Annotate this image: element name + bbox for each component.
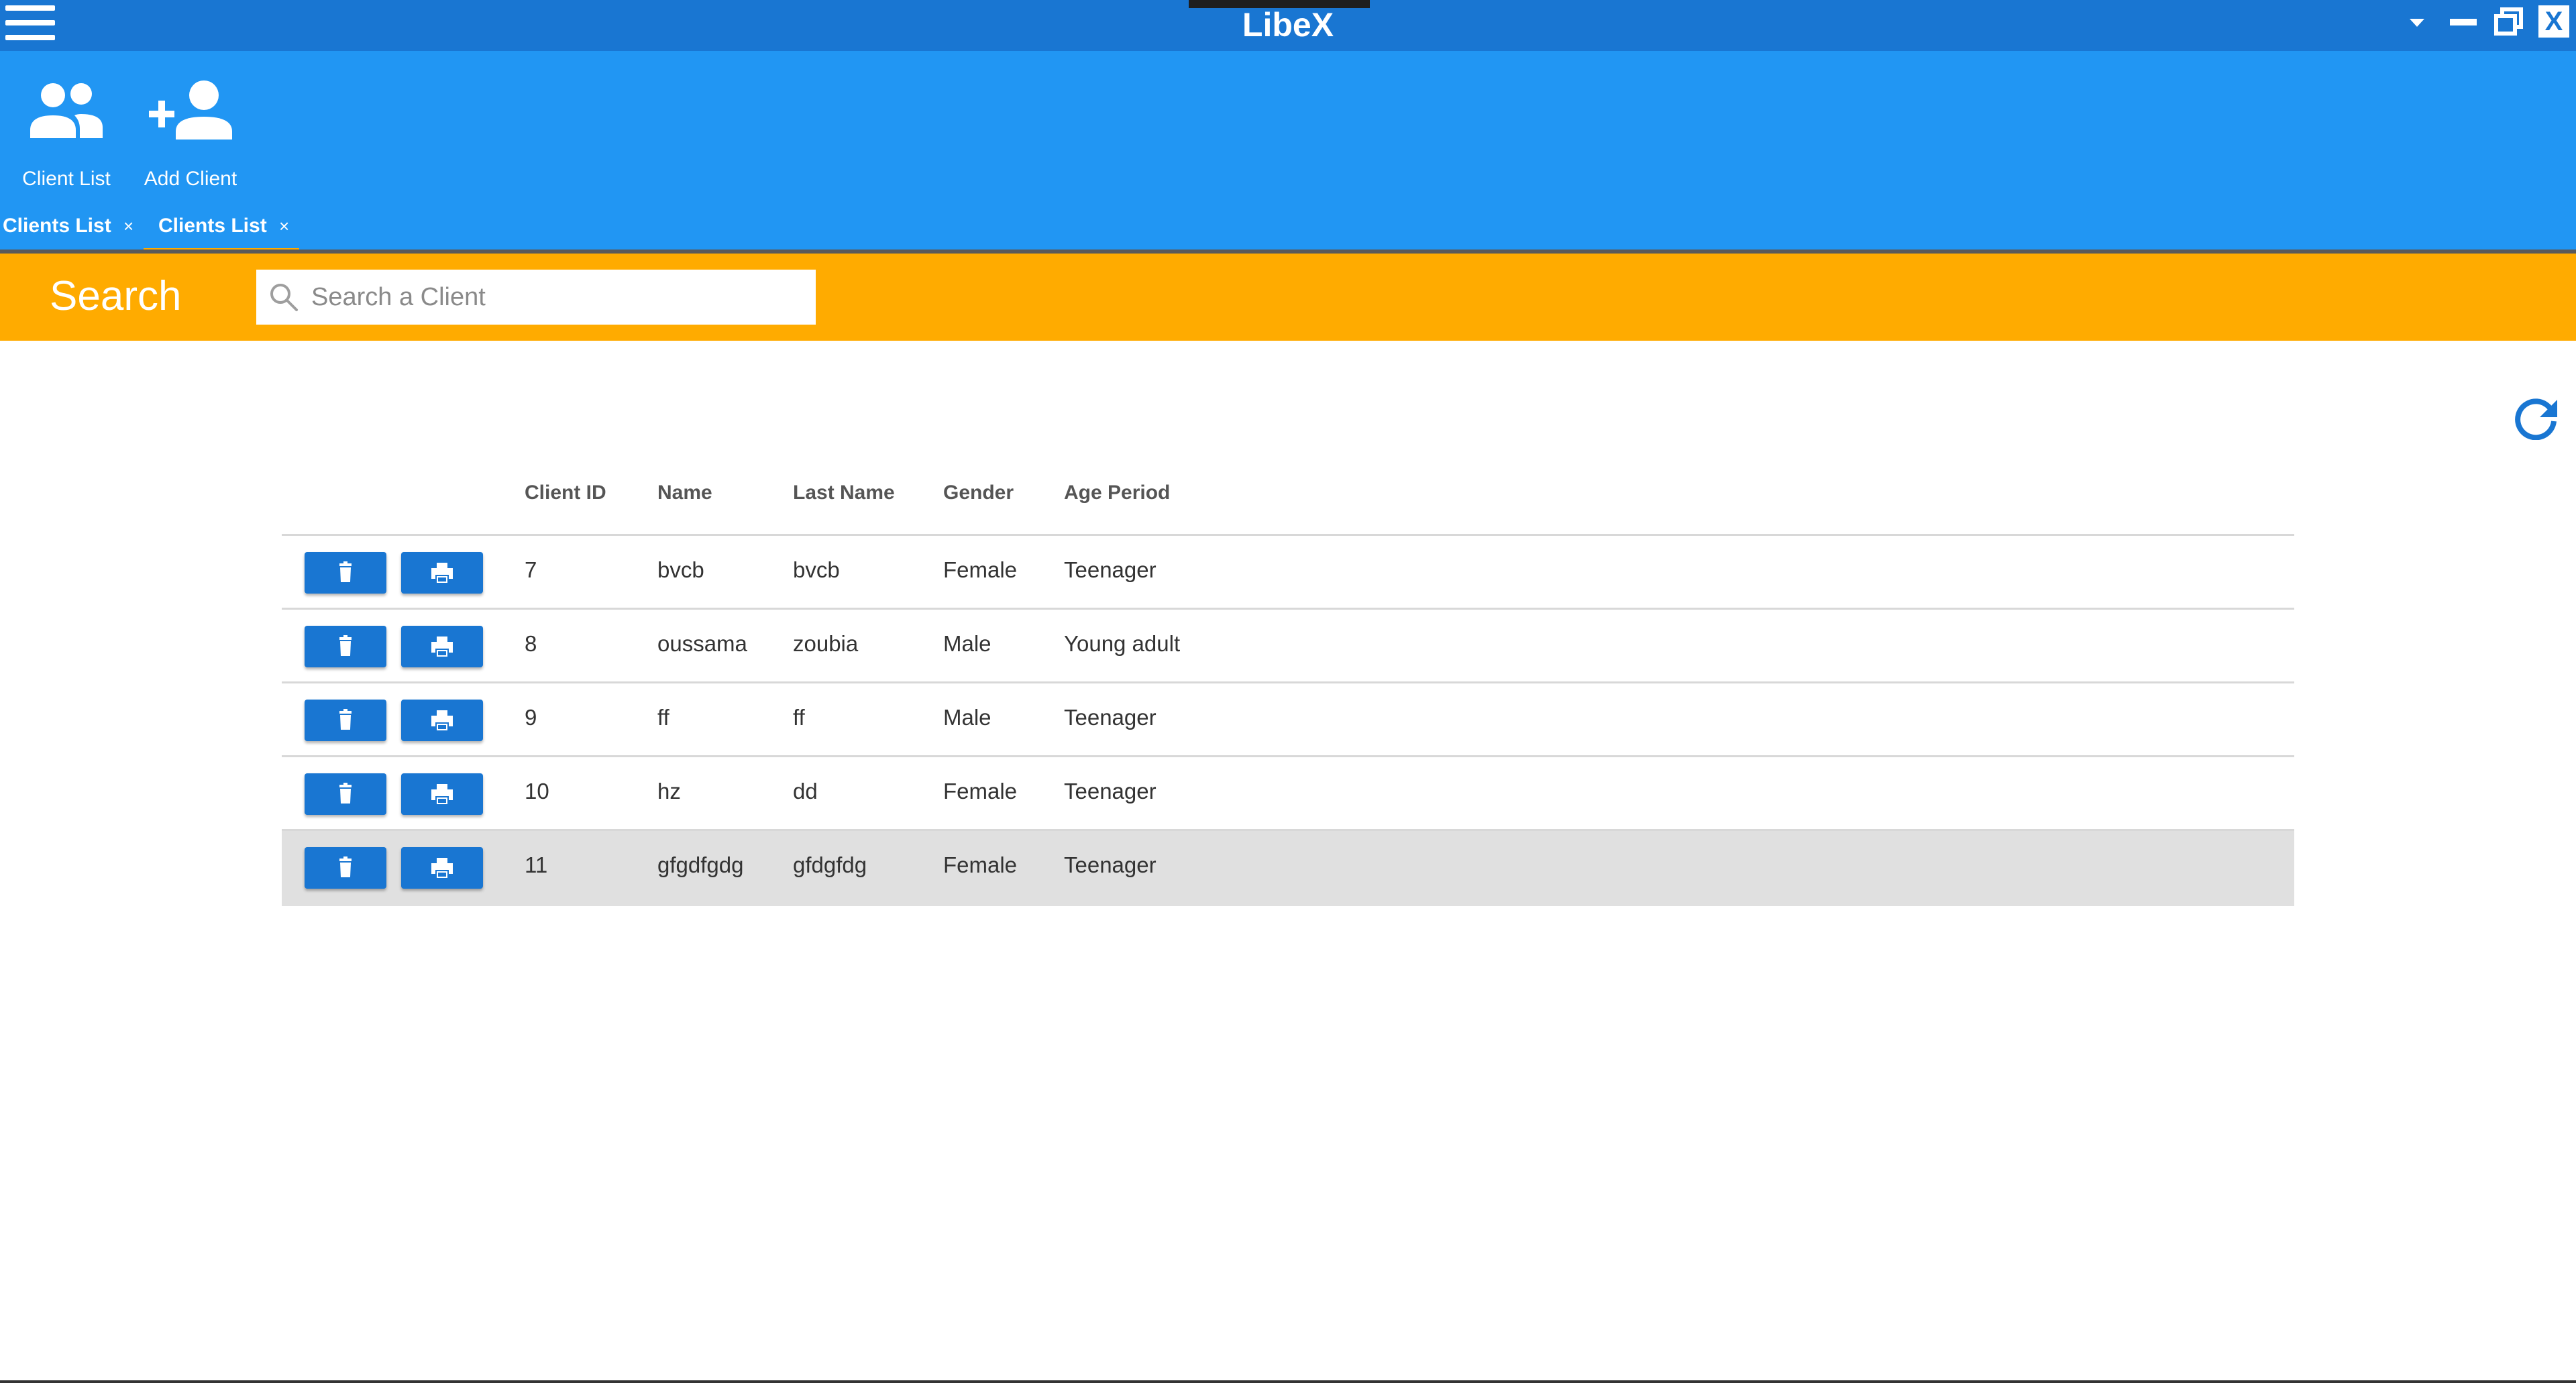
column-header-last-name[interactable]: Last Name xyxy=(793,482,895,504)
tab-close-icon[interactable]: × xyxy=(279,203,289,250)
add-client-label: Add Client xyxy=(144,168,237,190)
print-button[interactable] xyxy=(401,552,483,594)
tab-clients-list-2[interactable]: Clients List xyxy=(158,203,267,250)
minimize-icon[interactable] xyxy=(2449,5,2478,38)
search-bar: Search xyxy=(0,254,2576,341)
cell-name: ff xyxy=(657,705,669,730)
cell-gender: Male xyxy=(943,631,991,656)
print-button[interactable] xyxy=(401,773,483,815)
trash-icon xyxy=(339,856,352,877)
cell-client-id: 8 xyxy=(525,631,537,656)
cell-last-name: gfdgfdg xyxy=(793,852,867,877)
client-list-label: Client List xyxy=(22,168,111,190)
window-bottom-border xyxy=(0,1380,2576,1383)
cell-name: bvcb xyxy=(657,557,704,582)
cell-age-period: Teenager xyxy=(1064,779,1157,804)
search-icon xyxy=(270,284,298,311)
cell-last-name: dd xyxy=(793,779,818,804)
cell-age-period: Teenager xyxy=(1064,705,1157,730)
cell-age-period: Young adult xyxy=(1064,631,1181,656)
cell-name: oussama xyxy=(657,631,747,656)
delete-button[interactable] xyxy=(305,773,386,815)
delete-button[interactable] xyxy=(305,847,386,889)
close-button[interactable]: X xyxy=(2538,5,2569,38)
add-person-icon xyxy=(149,80,232,140)
trash-icon xyxy=(339,635,352,656)
trash-icon xyxy=(339,709,352,730)
cell-client-id: 9 xyxy=(525,705,537,730)
print-button[interactable] xyxy=(401,626,483,667)
app-title: LibeX xyxy=(1242,6,1334,44)
column-header-age-period[interactable]: Age Period xyxy=(1064,482,1170,504)
cell-age-period: Teenager xyxy=(1064,557,1157,582)
cell-client-id: 10 xyxy=(525,779,549,804)
refresh-icon xyxy=(2515,398,2557,441)
trash-icon xyxy=(339,783,352,804)
cell-name: gfgdfgdg xyxy=(657,852,744,877)
printer-icon xyxy=(431,858,453,878)
column-header-name[interactable]: Name xyxy=(657,482,712,504)
cell-gender: Female xyxy=(943,779,1018,804)
column-header-gender[interactable]: Gender xyxy=(943,482,1014,504)
table-row[interactable]: 9 ff ff Male Teenager xyxy=(282,681,2294,756)
delete-button[interactable] xyxy=(305,626,386,667)
hamburger-menu-icon[interactable] xyxy=(5,5,55,42)
cell-gender: Male xyxy=(943,705,991,730)
table-row[interactable]: 8 oussama zoubia Male Young adult xyxy=(282,608,2294,682)
add-client-button[interactable]: Add Client xyxy=(137,71,244,199)
print-button[interactable] xyxy=(401,700,483,741)
table-row-selected[interactable]: 11 gfgdfgdg gfdgfdg Female Teenager xyxy=(282,829,2294,906)
title-bar: LibeX X xyxy=(0,0,2576,51)
close-icon: X xyxy=(2544,7,2563,36)
restore-icon[interactable] xyxy=(2493,5,2525,38)
cell-gender: Female xyxy=(943,557,1018,582)
printer-icon xyxy=(431,563,453,583)
cell-client-id: 11 xyxy=(525,852,548,877)
column-header-client-id[interactable]: Client ID xyxy=(525,482,606,504)
printer-icon xyxy=(431,710,453,730)
people-icon xyxy=(30,83,103,138)
printer-icon xyxy=(431,637,453,657)
search-label: Search xyxy=(50,273,182,319)
print-button[interactable] xyxy=(401,847,483,889)
cell-age-period: Teenager xyxy=(1064,852,1157,877)
tab-close-icon[interactable]: × xyxy=(123,203,133,250)
cell-last-name: zoubia xyxy=(793,631,859,656)
tab-clients-list-1[interactable]: Clients List xyxy=(3,203,111,250)
cell-client-id: 7 xyxy=(525,557,537,582)
cell-gender: Female xyxy=(943,852,1018,877)
delete-button[interactable] xyxy=(305,552,386,594)
table-row[interactable]: 7 bvcb bvcb Female Teenager xyxy=(282,534,2294,608)
client-list-button[interactable]: Client List xyxy=(12,71,121,199)
delete-button[interactable] xyxy=(305,700,386,741)
cell-last-name: bvcb xyxy=(793,557,840,582)
refresh-button[interactable] xyxy=(2513,394,2559,441)
cell-name: hz xyxy=(657,779,681,804)
search-input[interactable] xyxy=(311,270,801,325)
search-box xyxy=(256,270,816,325)
trash-icon xyxy=(339,561,352,582)
ribbon: Client List Add Client Clients List × Cl… xyxy=(0,51,2576,252)
printer-icon xyxy=(431,784,453,804)
table-row[interactable]: 10 hz dd Female Teenager xyxy=(282,755,2294,830)
chevron-down-icon[interactable] xyxy=(2407,5,2427,38)
cell-last-name: ff xyxy=(793,705,805,730)
